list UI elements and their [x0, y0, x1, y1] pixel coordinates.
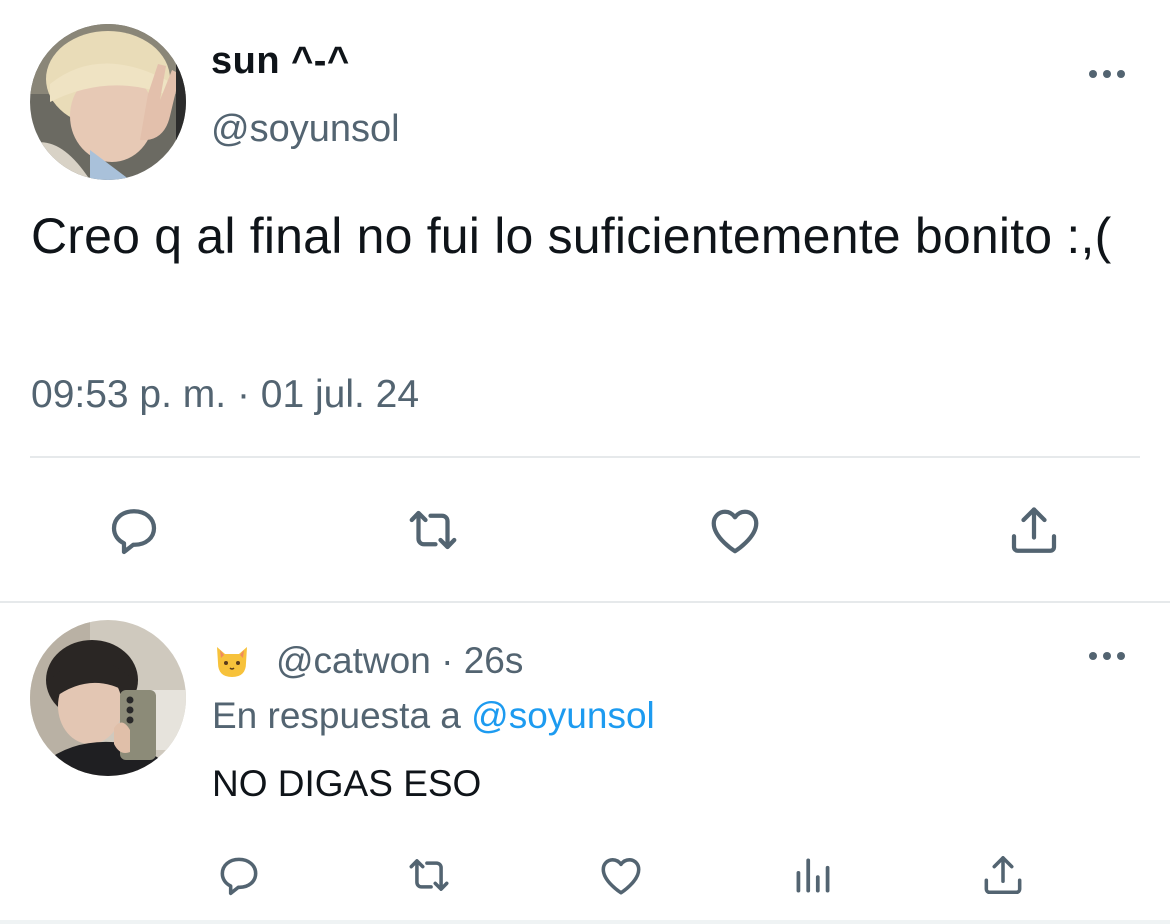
- divider: [0, 601, 1170, 603]
- retweet-icon[interactable]: [403, 500, 463, 560]
- display-name[interactable]: sun ^-^: [211, 40, 350, 83]
- reply-handle[interactable]: @catwon: [276, 640, 431, 682]
- reply-header: @catwon · 26s: [212, 640, 523, 682]
- cat-face-icon: [217, 647, 247, 677]
- divider: [30, 456, 1140, 458]
- share-icon[interactable]: [978, 850, 1028, 900]
- avatar[interactable]: [30, 24, 186, 180]
- main-tweet: sun ^-^ @soyunsol Creo q al final no fui…: [0, 0, 1170, 600]
- reply-time[interactable]: 26s: [464, 640, 524, 682]
- timestamp[interactable]: 09:53 p. m. · 01 jul. 24: [31, 373, 419, 417]
- share-icon[interactable]: [1004, 500, 1064, 560]
- handle[interactable]: @soyunsol: [211, 108, 400, 151]
- views-icon[interactable]: [788, 850, 838, 900]
- retweet-icon[interactable]: [404, 850, 454, 900]
- replying-to: En respuesta a @soyunsol: [212, 695, 655, 737]
- separator: ·: [430, 640, 464, 681]
- replying-prefix: En respuesta a: [212, 695, 472, 736]
- more-options-icon[interactable]: [1085, 646, 1129, 666]
- reply-icon[interactable]: [214, 850, 264, 900]
- reply-icon[interactable]: [104, 500, 164, 560]
- like-icon[interactable]: [596, 850, 646, 900]
- mention-link[interactable]: @soyunsol: [471, 695, 655, 736]
- tweet-text: Creo q al final no fui lo suficientement…: [31, 208, 1112, 264]
- reply-avatar[interactable]: [30, 620, 186, 776]
- more-options-icon[interactable]: [1085, 64, 1129, 84]
- like-icon[interactable]: [705, 500, 765, 560]
- divider: [0, 920, 1170, 924]
- reply-text: NO DIGAS ESO: [212, 763, 482, 804]
